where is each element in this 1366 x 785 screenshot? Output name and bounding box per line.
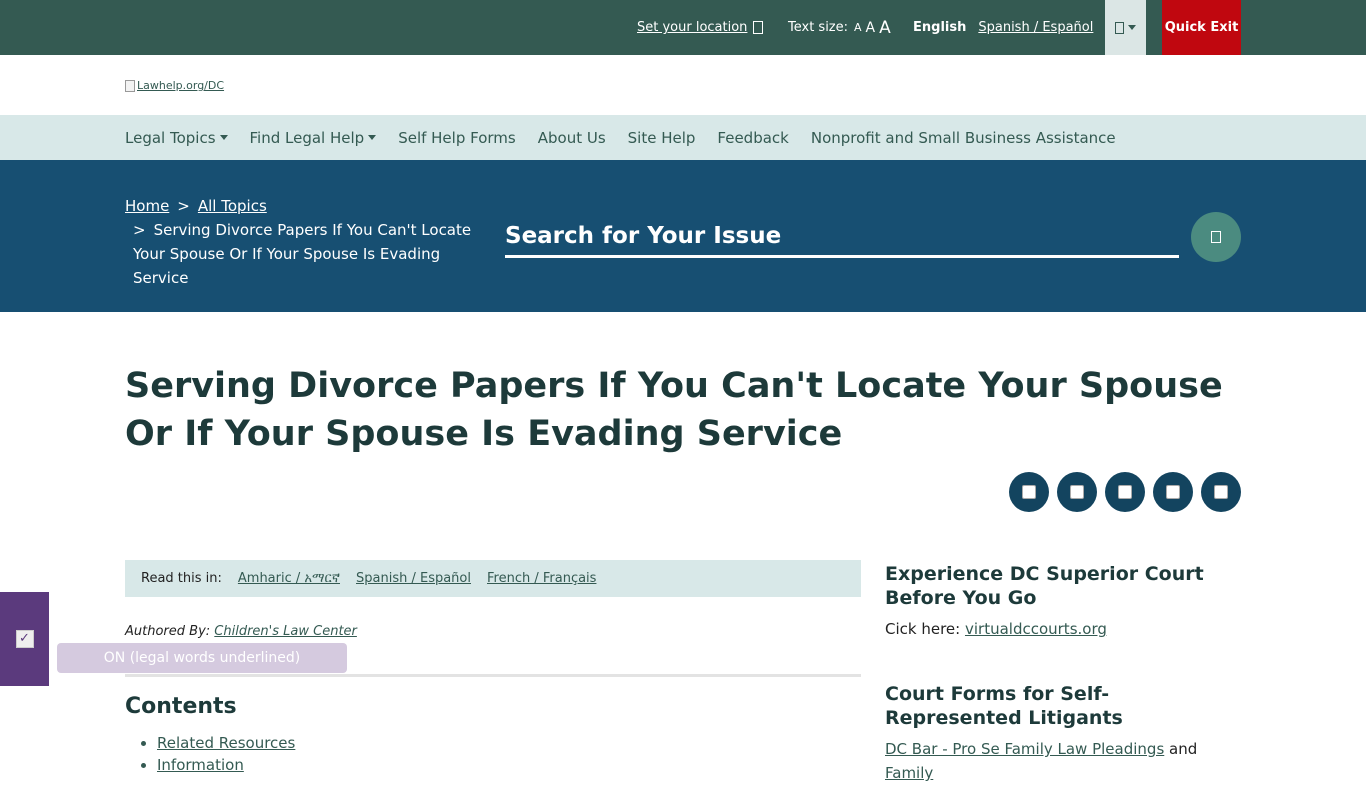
glossary-tooltip: ON (legal words underlined) — [57, 643, 347, 673]
nav-find-legal-help[interactable]: Find Legal Help — [250, 129, 377, 147]
chevron-down-icon — [368, 135, 377, 140]
text-size-control: Text size: A A A — [788, 17, 891, 38]
chevron-down-icon — [219, 135, 228, 140]
search-input[interactable]: Search for Your Issue — [505, 216, 1179, 258]
sidebar-text-court-experience: Cick here: virtualdccourts.org — [885, 620, 1107, 638]
share-button-5[interactable] — [1201, 472, 1241, 512]
share-facebook-icon — [1022, 485, 1036, 499]
family-court-link[interactable]: Family — [885, 764, 933, 782]
language-english: English — [913, 20, 967, 35]
print-icon — [1166, 485, 1180, 499]
location-icon — [753, 21, 764, 34]
globe-icon — [1115, 21, 1124, 34]
language-spanish-link[interactable]: Spanish / Español — [978, 20, 1093, 35]
search-button[interactable] — [1191, 212, 1241, 262]
nav-legal-topics[interactable]: Legal Topics — [125, 129, 228, 147]
nav-nonprofit-assistance[interactable]: Nonprofit and Small Business Assistance — [811, 129, 1116, 147]
set-location-link[interactable]: Set your location — [637, 0, 764, 55]
read-in-amharic[interactable]: Amharic / አማርኛ — [238, 571, 340, 586]
hero-banner: Home > All Topics > Serving Divorce Papers … — [0, 160, 1366, 312]
sidebar-heading-court-experience: Experience DC Superior Court Before You … — [885, 563, 1204, 609]
nav-self-help-forms[interactable]: Self Help Forms — [398, 129, 516, 147]
breadcrumb-current: > Serving Divorce Papers If You Can't Loc… — [133, 221, 472, 287]
site-logo[interactable]: Lawhelp.org/DC — [125, 79, 224, 92]
page-title: Serving Divorce Papers If You Can't Loca… — [125, 366, 1223, 454]
utility-bar: Set your location Text size: A A A Engli… — [0, 0, 1366, 55]
dc-bar-pro-se-link[interactable]: DC Bar - Pro Se Family Law Pleadings — [885, 740, 1164, 758]
text-size-medium[interactable]: A — [866, 20, 876, 36]
breadcrumb-home[interactable]: Home — [125, 197, 169, 215]
contents-list: Related Resources Information — [157, 732, 295, 776]
list-item: Related Resources — [157, 732, 295, 754]
read-in-languages: Read this in: Amharic / አማርኛ Spanish / E… — [125, 560, 861, 597]
read-in-french[interactable]: French / Français — [487, 571, 596, 586]
contents-heading: Contents — [125, 694, 237, 719]
chevron-down-icon — [1128, 25, 1136, 30]
list-item: Information — [157, 754, 295, 776]
virtualdccourts-link[interactable]: virtualdccourts.org — [965, 620, 1107, 638]
share-twitter-icon — [1070, 485, 1084, 499]
language-switcher: English Spanish / Español — [913, 0, 1093, 55]
nav-about-us[interactable]: About Us — [538, 129, 606, 147]
read-in-spanish[interactable]: Spanish / Español — [356, 571, 471, 586]
quick-exit-button[interactable]: Quick Exit — [1162, 0, 1241, 55]
contents-link-information[interactable]: Information — [157, 756, 244, 774]
sidebar-heading-court-forms: Court Forms for Self-Represented Litigan… — [885, 683, 1123, 729]
author-line: Authored By: Children's Law Center — [125, 624, 357, 639]
broken-image-icon — [125, 79, 135, 92]
breadcrumb-all-topics[interactable]: All Topics — [198, 197, 267, 215]
nav-site-help[interactable]: Site Help — [628, 129, 696, 147]
download-icon — [1214, 485, 1228, 499]
translate-dropdown[interactable] — [1105, 0, 1146, 55]
main-nav: Legal Topics Find Legal Help Self Help F… — [0, 115, 1366, 160]
divider — [125, 674, 861, 677]
share-button-4[interactable] — [1153, 472, 1193, 512]
contents-link-related-resources[interactable]: Related Resources — [157, 734, 295, 752]
sidebar-text-court-forms: DC Bar - Pro Se Family Law Pleadings and… — [885, 740, 1198, 782]
text-size-large[interactable]: A — [879, 18, 891, 38]
breadcrumb: Home > All Topics > Serving Divorce Papers … — [125, 194, 485, 290]
share-button-3[interactable] — [1105, 472, 1145, 512]
glossary-checkbox[interactable]: ✓ — [15, 630, 34, 648]
text-size-small[interactable]: A — [854, 21, 862, 34]
search-icon — [1211, 231, 1221, 243]
share-button-2[interactable] — [1057, 472, 1097, 512]
glossary-toggle[interactable]: ✓ — [0, 592, 49, 686]
share-email-icon — [1118, 485, 1132, 499]
author-link[interactable]: Children's Law Center — [214, 624, 357, 639]
share-button-1[interactable] — [1009, 472, 1049, 512]
nav-feedback[interactable]: Feedback — [717, 129, 788, 147]
